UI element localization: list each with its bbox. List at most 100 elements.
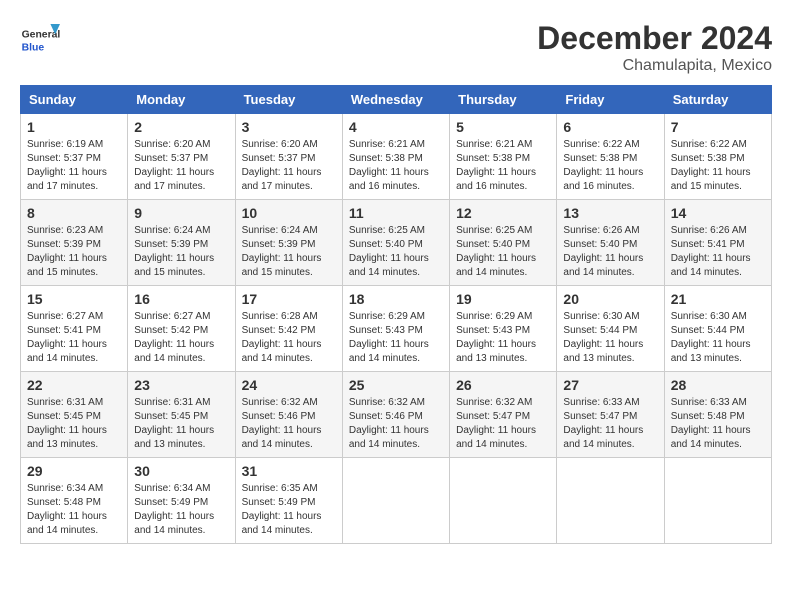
day-info: Sunrise: 6:24 AMSunset: 5:39 PMDaylight:… [242, 225, 322, 278]
location: Chamulapita, Mexico [537, 57, 772, 75]
day-info: Sunrise: 6:32 AMSunset: 5:47 PMDaylight:… [456, 397, 536, 450]
day-info: Sunrise: 6:33 AMSunset: 5:47 PMDaylight:… [563, 397, 643, 450]
day-number: 24 [242, 377, 336, 393]
day-info: Sunrise: 6:27 AMSunset: 5:41 PMDaylight:… [27, 311, 107, 364]
day-number: 18 [349, 291, 443, 307]
day-number: 7 [671, 119, 765, 135]
day-info: Sunrise: 6:31 AMSunset: 5:45 PMDaylight:… [134, 397, 214, 450]
calendar-week-row: 29 Sunrise: 6:34 AMSunset: 5:48 PMDaylig… [21, 458, 772, 544]
table-row: 18 Sunrise: 6:29 AMSunset: 5:43 PMDaylig… [342, 286, 449, 372]
day-number: 5 [456, 119, 550, 135]
table-row: 13 Sunrise: 6:26 AMSunset: 5:40 PMDaylig… [557, 200, 664, 286]
logo-icon: General Blue [20, 20, 60, 60]
calendar-week-row: 1 Sunrise: 6:19 AMSunset: 5:37 PMDayligh… [21, 114, 772, 200]
logo: General Blue [20, 20, 64, 60]
col-tuesday: Tuesday [235, 86, 342, 114]
calendar-week-row: 15 Sunrise: 6:27 AMSunset: 5:41 PMDaylig… [21, 286, 772, 372]
table-row: 15 Sunrise: 6:27 AMSunset: 5:41 PMDaylig… [21, 286, 128, 372]
day-info: Sunrise: 6:30 AMSunset: 5:44 PMDaylight:… [563, 311, 643, 364]
table-row: 31 Sunrise: 6:35 AMSunset: 5:49 PMDaylig… [235, 458, 342, 544]
day-number: 16 [134, 291, 228, 307]
table-row: 5 Sunrise: 6:21 AMSunset: 5:38 PMDayligh… [450, 114, 557, 200]
table-row: 7 Sunrise: 6:22 AMSunset: 5:38 PMDayligh… [664, 114, 771, 200]
table-row: 22 Sunrise: 6:31 AMSunset: 5:45 PMDaylig… [21, 372, 128, 458]
day-number: 13 [563, 205, 657, 221]
table-row: 28 Sunrise: 6:33 AMSunset: 5:48 PMDaylig… [664, 372, 771, 458]
table-row: 9 Sunrise: 6:24 AMSunset: 5:39 PMDayligh… [128, 200, 235, 286]
table-row: 14 Sunrise: 6:26 AMSunset: 5:41 PMDaylig… [664, 200, 771, 286]
day-number: 12 [456, 205, 550, 221]
day-number: 4 [349, 119, 443, 135]
day-info: Sunrise: 6:29 AMSunset: 5:43 PMDaylight:… [456, 311, 536, 364]
day-info: Sunrise: 6:22 AMSunset: 5:38 PMDaylight:… [671, 139, 751, 192]
day-number: 11 [349, 205, 443, 221]
table-row: 23 Sunrise: 6:31 AMSunset: 5:45 PMDaylig… [128, 372, 235, 458]
col-friday: Friday [557, 86, 664, 114]
day-info: Sunrise: 6:28 AMSunset: 5:42 PMDaylight:… [242, 311, 322, 364]
table-row: 21 Sunrise: 6:30 AMSunset: 5:44 PMDaylig… [664, 286, 771, 372]
table-row [342, 458, 449, 544]
day-number: 26 [456, 377, 550, 393]
day-info: Sunrise: 6:21 AMSunset: 5:38 PMDaylight:… [349, 139, 429, 192]
table-row: 2 Sunrise: 6:20 AMSunset: 5:37 PMDayligh… [128, 114, 235, 200]
day-number: 8 [27, 205, 121, 221]
day-number: 2 [134, 119, 228, 135]
table-row: 25 Sunrise: 6:32 AMSunset: 5:46 PMDaylig… [342, 372, 449, 458]
table-row: 24 Sunrise: 6:32 AMSunset: 5:46 PMDaylig… [235, 372, 342, 458]
table-row: 6 Sunrise: 6:22 AMSunset: 5:38 PMDayligh… [557, 114, 664, 200]
day-info: Sunrise: 6:31 AMSunset: 5:45 PMDaylight:… [27, 397, 107, 450]
day-info: Sunrise: 6:25 AMSunset: 5:40 PMDaylight:… [349, 225, 429, 278]
day-info: Sunrise: 6:20 AMSunset: 5:37 PMDaylight:… [242, 139, 322, 192]
day-number: 3 [242, 119, 336, 135]
table-row [450, 458, 557, 544]
table-row: 20 Sunrise: 6:30 AMSunset: 5:44 PMDaylig… [557, 286, 664, 372]
day-number: 20 [563, 291, 657, 307]
day-info: Sunrise: 6:34 AMSunset: 5:49 PMDaylight:… [134, 483, 214, 536]
col-sunday: Sunday [21, 86, 128, 114]
col-monday: Monday [128, 86, 235, 114]
table-row: 17 Sunrise: 6:28 AMSunset: 5:42 PMDaylig… [235, 286, 342, 372]
col-wednesday: Wednesday [342, 86, 449, 114]
day-info: Sunrise: 6:22 AMSunset: 5:38 PMDaylight:… [563, 139, 643, 192]
day-info: Sunrise: 6:33 AMSunset: 5:48 PMDaylight:… [671, 397, 751, 450]
day-number: 15 [27, 291, 121, 307]
table-row [664, 458, 771, 544]
day-number: 14 [671, 205, 765, 221]
col-saturday: Saturday [664, 86, 771, 114]
table-row: 4 Sunrise: 6:21 AMSunset: 5:38 PMDayligh… [342, 114, 449, 200]
day-number: 27 [563, 377, 657, 393]
day-info: Sunrise: 6:26 AMSunset: 5:41 PMDaylight:… [671, 225, 751, 278]
day-info: Sunrise: 6:34 AMSunset: 5:48 PMDaylight:… [27, 483, 107, 536]
day-info: Sunrise: 6:32 AMSunset: 5:46 PMDaylight:… [242, 397, 322, 450]
day-info: Sunrise: 6:25 AMSunset: 5:40 PMDaylight:… [456, 225, 536, 278]
day-info: Sunrise: 6:30 AMSunset: 5:44 PMDaylight:… [671, 311, 751, 364]
table-row: 11 Sunrise: 6:25 AMSunset: 5:40 PMDaylig… [342, 200, 449, 286]
table-row: 12 Sunrise: 6:25 AMSunset: 5:40 PMDaylig… [450, 200, 557, 286]
day-number: 19 [456, 291, 550, 307]
table-row: 27 Sunrise: 6:33 AMSunset: 5:47 PMDaylig… [557, 372, 664, 458]
table-row: 30 Sunrise: 6:34 AMSunset: 5:49 PMDaylig… [128, 458, 235, 544]
page-header: General Blue December 2024 Chamulapita, … [20, 20, 772, 75]
table-row: 1 Sunrise: 6:19 AMSunset: 5:37 PMDayligh… [21, 114, 128, 200]
day-number: 25 [349, 377, 443, 393]
table-row [557, 458, 664, 544]
calendar-week-row: 22 Sunrise: 6:31 AMSunset: 5:45 PMDaylig… [21, 372, 772, 458]
day-info: Sunrise: 6:20 AMSunset: 5:37 PMDaylight:… [134, 139, 214, 192]
day-number: 10 [242, 205, 336, 221]
day-number: 22 [27, 377, 121, 393]
calendar-week-row: 8 Sunrise: 6:23 AMSunset: 5:39 PMDayligh… [21, 200, 772, 286]
day-info: Sunrise: 6:19 AMSunset: 5:37 PMDaylight:… [27, 139, 107, 192]
table-row: 10 Sunrise: 6:24 AMSunset: 5:39 PMDaylig… [235, 200, 342, 286]
day-number: 28 [671, 377, 765, 393]
day-number: 21 [671, 291, 765, 307]
table-row: 29 Sunrise: 6:34 AMSunset: 5:48 PMDaylig… [21, 458, 128, 544]
month-title: December 2024 [537, 20, 772, 57]
table-row: 8 Sunrise: 6:23 AMSunset: 5:39 PMDayligh… [21, 200, 128, 286]
day-info: Sunrise: 6:35 AMSunset: 5:49 PMDaylight:… [242, 483, 322, 536]
title-block: December 2024 Chamulapita, Mexico [537, 20, 772, 75]
day-number: 17 [242, 291, 336, 307]
day-number: 6 [563, 119, 657, 135]
col-thursday: Thursday [450, 86, 557, 114]
day-number: 1 [27, 119, 121, 135]
day-number: 29 [27, 463, 121, 479]
